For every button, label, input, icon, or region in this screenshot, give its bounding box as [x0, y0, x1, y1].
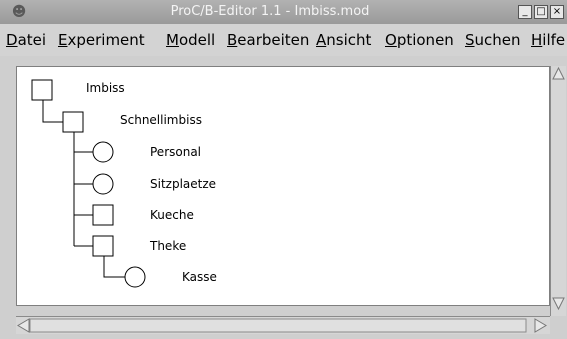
- scroll-right-icon[interactable]: [534, 318, 547, 333]
- node-kueche-square[interactable]: [92, 204, 114, 226]
- node-sitzplaetze-label: Sitzplaetze: [150, 177, 216, 191]
- close-icon[interactable]: ×: [550, 5, 564, 19]
- node-sitzplaetze-circle[interactable]: [92, 173, 114, 195]
- menu-optionen[interactable]: Optionen: [385, 24, 454, 56]
- vertical-scrollbar[interactable]: [550, 66, 566, 316]
- node-theke-label: Theke: [149, 239, 186, 253]
- node-imbiss-label: Imbiss: [86, 81, 125, 95]
- scroll-left-icon[interactable]: [17, 318, 30, 333]
- title-bar[interactable]: ☻ ProC/B-Editor 1.1 - Imbiss.mod _ □ ×: [0, 0, 567, 25]
- model-tree-canvas[interactable]: Imbiss Schnellimbiss Personal Sitzplaetz…: [16, 66, 550, 306]
- menu-hilfe[interactable]: Hilfe: [531, 24, 565, 56]
- connector-imbiss-schnellimbiss: [42, 98, 63, 123]
- node-kueche-label: Kueche: [150, 208, 194, 222]
- node-imbiss-square[interactable]: [31, 79, 53, 101]
- horizontal-scrollbar-graphics: [17, 318, 547, 333]
- node-theke-square[interactable]: [92, 235, 114, 257]
- horizontal-scrollbar[interactable]: [16, 316, 550, 334]
- maximize-icon[interactable]: □: [534, 5, 548, 19]
- app-window: ☻ ProC/B-Editor 1.1 - Imbiss.mod _ □ × D…: [0, 0, 567, 339]
- horizontal-scroll-thumb[interactable]: [29, 318, 527, 333]
- scroll-down-icon[interactable]: [552, 297, 565, 311]
- menu-modell[interactable]: Modell: [166, 24, 215, 56]
- menu-suchen[interactable]: Suchen: [465, 24, 521, 56]
- connector-kasse: [103, 256, 125, 278]
- minimize-icon[interactable]: _: [518, 5, 532, 19]
- menu-datei[interactable]: Datei: [6, 24, 46, 56]
- menu-bearbeiten[interactable]: Bearbeiten: [227, 24, 309, 56]
- node-kasse-circle[interactable]: [124, 266, 146, 288]
- window-title: ProC/B-Editor 1.1 - Imbiss.mod: [170, 4, 370, 19]
- scroll-up-icon[interactable]: [552, 66, 565, 80]
- node-kasse-label: Kasse: [182, 270, 217, 284]
- menu-experiment[interactable]: Experiment: [58, 24, 145, 56]
- node-personal-label: Personal: [150, 145, 201, 159]
- node-schnellimbiss-square[interactable]: [62, 111, 84, 133]
- menu-bar: Datei Experiment Modell Bearbeiten Ansic…: [0, 24, 567, 56]
- model-tree: Imbiss Schnellimbiss Personal Sitzplaetz…: [31, 79, 217, 288]
- node-personal-circle[interactable]: [92, 141, 114, 163]
- menu-ansicht[interactable]: Ansicht: [316, 24, 371, 56]
- node-schnellimbiss-label: Schnellimbiss: [120, 113, 202, 127]
- vertical-scrollbar-graphics: [552, 66, 565, 311]
